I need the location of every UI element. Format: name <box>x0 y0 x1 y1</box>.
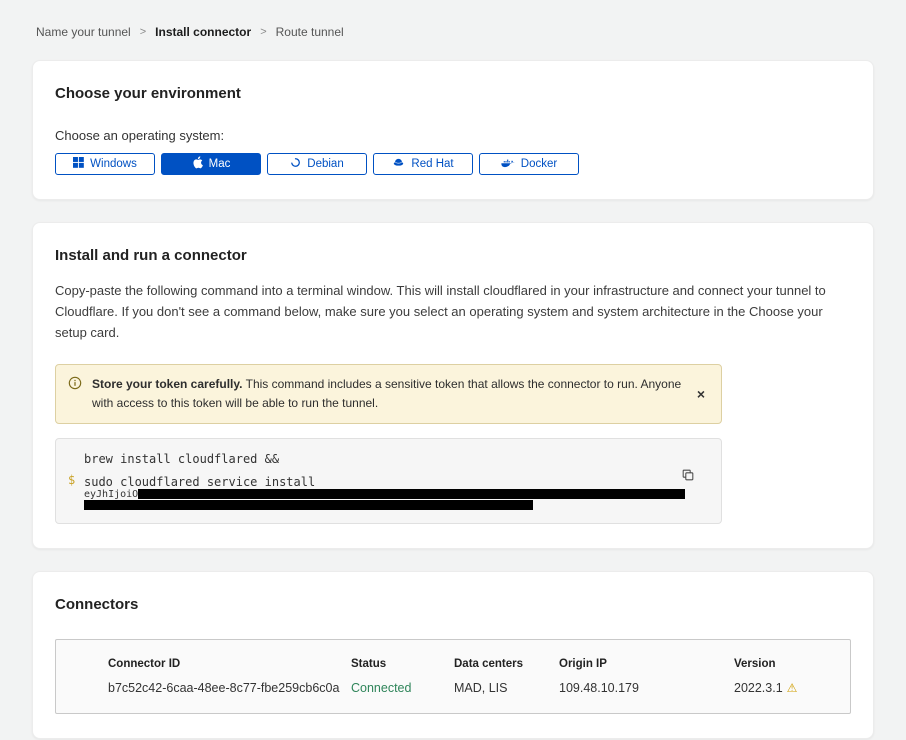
install-command-code-block: $ brew install cloudflared && sudo cloud… <box>55 438 722 524</box>
os-button-redhat[interactable]: Red Hat <box>373 153 473 175</box>
tunnel-setup-page: Name your tunnel > Install connector > R… <box>0 0 906 740</box>
col-header-origin-ip: Origin IP <box>559 658 734 670</box>
col-header-status: Status <box>351 658 454 670</box>
status-badge: Connected <box>351 681 454 695</box>
os-select-label: Choose an operating system: <box>55 128 851 143</box>
token-prefix: eyJhIjoiO <box>84 489 138 500</box>
shell-prompt: $ <box>68 473 75 487</box>
breadcrumb-separator: > <box>140 26 146 38</box>
os-button-debian[interactable]: Debian <box>267 153 367 175</box>
cell-origin-ip: 109.48.10.179 <box>559 681 734 695</box>
cell-data-centers: MAD, LIS <box>454 681 559 695</box>
token-line-1: eyJhIjoiO <box>84 489 707 500</box>
os-button-label: Red Hat <box>411 158 453 170</box>
col-header-connector-id: Connector ID <box>108 658 351 670</box>
environment-card: Choose your environment Choose an operat… <box>32 60 874 200</box>
os-button-mac[interactable]: Mac <box>161 153 261 175</box>
token-warning-bold: Store your token carefully. <box>92 377 243 391</box>
close-icon[interactable]: × <box>693 385 709 403</box>
connectors-card-title: Connectors <box>55 596 851 613</box>
os-button-windows[interactable]: Windows <box>55 153 155 175</box>
info-icon <box>68 376 82 395</box>
token-redaction-bar <box>84 500 533 510</box>
cell-connector-id: b7c52c42-6caa-48ee-8c77-fbe259cb6c0a <box>108 681 351 695</box>
os-button-label: Windows <box>90 158 137 170</box>
os-button-group: Windows Mac Debian Red Hat <box>55 153 851 175</box>
install-card-title: Install and run a connector <box>55 247 851 264</box>
docker-icon <box>501 158 515 171</box>
command-line-2: sudo cloudflared service install <box>84 475 707 489</box>
os-button-docker[interactable]: Docker <box>479 153 579 175</box>
breadcrumb-step-route-tunnel[interactable]: Route tunnel <box>276 25 344 39</box>
install-description: Copy-paste the following command into a … <box>55 281 851 343</box>
command-line-1: brew install cloudflared && <box>84 452 707 466</box>
token-warning-alert: Store your token carefully. This command… <box>55 364 722 423</box>
windows-icon <box>73 157 84 171</box>
breadcrumb-separator: > <box>260 26 266 38</box>
token-redaction-bar <box>138 489 685 499</box>
debian-icon <box>290 157 301 171</box>
os-button-label: Debian <box>307 158 343 170</box>
breadcrumb-step-name-tunnel[interactable]: Name your tunnel <box>36 25 131 39</box>
connectors-card: Connectors Connector ID Status Data cent… <box>32 571 874 739</box>
apple-icon <box>192 156 203 172</box>
col-header-data-centers: Data centers <box>454 658 559 670</box>
install-card: Install and run a connector Copy-paste t… <box>32 222 874 549</box>
table-row: b7c52c42-6caa-48ee-8c77-fbe259cb6c0a Con… <box>108 681 834 695</box>
copy-icon[interactable] <box>679 466 697 487</box>
environment-card-title: Choose your environment <box>55 85 851 102</box>
breadcrumb-step-install-connector[interactable]: Install connector <box>155 25 251 39</box>
version-warning-icon: ⚠ <box>787 681 798 695</box>
col-header-version: Version <box>734 658 834 670</box>
redhat-icon <box>392 158 405 170</box>
connectors-table: Connector ID Status Data centers Origin … <box>55 639 851 714</box>
cell-version: 2022.3.1 ⚠ <box>734 681 834 695</box>
breadcrumb: Name your tunnel > Install connector > R… <box>32 0 874 60</box>
os-button-label: Mac <box>209 158 231 170</box>
token-warning-text: Store your token carefully. This command… <box>92 375 683 412</box>
os-button-label: Docker <box>521 158 557 170</box>
version-value: 2022.3.1 <box>734 681 783 695</box>
connectors-table-header: Connector ID Status Data centers Origin … <box>108 658 834 670</box>
token-line-2 <box>84 500 707 511</box>
